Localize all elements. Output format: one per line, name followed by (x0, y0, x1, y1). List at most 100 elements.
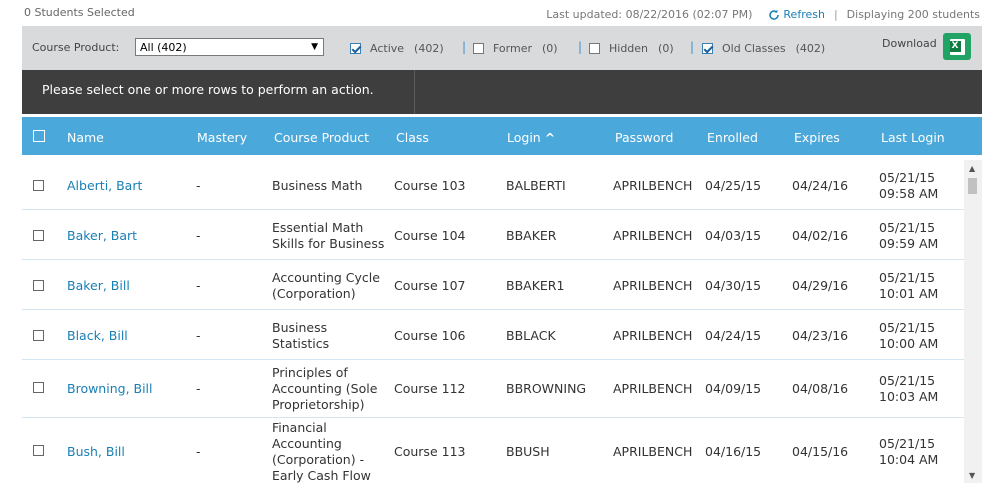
scroll-up-arrow-icon[interactable]: ▲ (969, 164, 975, 173)
expires-value: 04/23/16 (792, 328, 849, 343)
old-classes-checkbox[interactable] (702, 43, 713, 54)
last-login-cell: 05/21/15 10:04 AM (879, 436, 938, 468)
filter-former[interactable]: Former (0) (473, 42, 558, 55)
last-login-cell: 05/21/15 09:59 AM (879, 220, 938, 252)
course-product-value: All (402) (140, 41, 187, 54)
student-name-link[interactable]: Baker, Bart (67, 228, 137, 244)
row-checkbox[interactable] (33, 280, 44, 291)
excel-icon-letter: X (949, 40, 961, 52)
former-checkbox[interactable] (473, 43, 484, 54)
filter-label: Hidden (609, 42, 649, 55)
row-checkbox[interactable] (33, 382, 44, 393)
col-header-mastery[interactable]: Mastery (197, 130, 247, 145)
filter-old-classes[interactable]: Old Classes (402) (702, 42, 825, 55)
col-header-login[interactable]: Login ^ (507, 130, 555, 145)
login-header-label: Login (507, 130, 541, 145)
login-value: BBROWNING (506, 381, 587, 396)
separator: | (833, 8, 838, 21)
table-row: Baker, Bill - Accounting Cycle (Corporat… (22, 260, 964, 310)
filter-count: (0) (542, 42, 558, 55)
expires-value: 04/02/16 (792, 228, 849, 243)
student-name-link[interactable]: Black, Bill (67, 328, 128, 344)
mastery-value: - (196, 278, 201, 293)
scrollbar-thumb[interactable] (968, 178, 977, 194)
course-product-line: (Corporation) (272, 286, 356, 301)
class-value: Course 103 (394, 178, 466, 193)
last-login-time: 09:59 AM (879, 236, 939, 251)
class-value: Course 113 (394, 444, 466, 459)
displaying-count: Displaying 200 students (846, 8, 980, 21)
filter-active[interactable]: Active (402) (350, 42, 444, 55)
password-value: APRILBENCH (613, 228, 693, 243)
table-row: Baker, Bart - Essential Math Skills for … (22, 210, 964, 260)
student-name-link[interactable]: Baker, Bill (67, 278, 130, 294)
last-login-time: 10:01 AM (879, 286, 939, 301)
enrolled-value: 04/16/15 (705, 444, 762, 459)
filter-hidden[interactable]: Hidden (0) (589, 42, 674, 55)
refresh-icon (769, 9, 780, 20)
course-product-line: Accounting Cycle (272, 270, 380, 285)
table-body: Alberti, Bart - Business Math Course 103… (22, 160, 964, 483)
mastery-value: - (196, 228, 201, 243)
col-header-class[interactable]: Class (396, 130, 429, 145)
last-login-time: 10:03 AM (879, 389, 939, 404)
password-value: APRILBENCH (613, 381, 693, 396)
enrolled-value: 04/03/15 (705, 228, 762, 243)
select-all-checkbox[interactable] (33, 130, 45, 142)
enrolled-value: 04/09/15 (705, 381, 762, 396)
expires-value: 04/29/16 (792, 278, 849, 293)
student-name-link[interactable]: Bush, Bill (67, 444, 125, 460)
course-product-line: (Corporation) - (272, 452, 365, 467)
filter-count: (0) (658, 42, 674, 55)
password-value: APRILBENCH (613, 328, 693, 343)
filter-divider: | (578, 40, 583, 54)
course-product-select[interactable]: All (402) ▼ (135, 38, 324, 56)
hidden-checkbox[interactable] (589, 43, 600, 54)
table-row: Browning, Bill - Principles of Accountin… (22, 360, 964, 418)
row-checkbox[interactable] (33, 445, 44, 456)
student-name-link[interactable]: Browning, Bill (67, 381, 153, 397)
filter-label: Former (493, 42, 532, 55)
filter-count: (402) (414, 42, 444, 55)
password-value: APRILBENCH (613, 278, 693, 293)
col-header-last-login[interactable]: Last Login (881, 130, 945, 145)
row-checkbox[interactable] (33, 180, 44, 191)
course-product-line: Essential Math (272, 220, 364, 235)
top-status-bar: 0 Students Selected Last updated: 08/22/… (0, 0, 990, 26)
last-login-cell: 05/21/15 10:00 AM (879, 320, 938, 352)
col-header-name[interactable]: Name (67, 130, 104, 145)
login-value: BALBERTI (506, 178, 566, 193)
last-login-date: 05/21/15 (879, 436, 936, 451)
expires-value: 04/08/16 (792, 381, 849, 396)
class-value: Course 107 (394, 278, 466, 293)
mastery-value: - (196, 381, 201, 396)
vertical-scrollbar[interactable]: ▲ ▼ (964, 160, 982, 483)
excel-icon: X (949, 38, 965, 55)
enrolled-value: 04/25/15 (705, 178, 762, 193)
col-header-expires[interactable]: Expires (794, 130, 840, 145)
last-login-time: 10:04 AM (879, 452, 939, 467)
course-product-line: Business Math (272, 178, 363, 193)
filter-count: (402) (795, 42, 826, 55)
class-value: Course 106 (394, 328, 466, 343)
excel-download-button[interactable]: X (943, 33, 971, 60)
last-login-date: 05/21/15 (879, 220, 936, 235)
active-checkbox[interactable] (350, 43, 361, 54)
table-row: Alberti, Bart - Business Math Course 103… (22, 160, 964, 210)
col-header-course-product[interactable]: Course Product (274, 130, 369, 145)
student-name-link[interactable]: Alberti, Bart (67, 178, 142, 194)
refresh-button[interactable]: Refresh (768, 8, 825, 21)
course-product-line: Statistics (272, 336, 330, 351)
sort-ascending-icon: ^ (544, 130, 556, 145)
row-checkbox[interactable] (33, 230, 44, 241)
col-header-password[interactable]: Password (615, 130, 673, 145)
filter-bar: Course Product: All (402) ▼ Active (402)… (22, 26, 982, 70)
col-header-enrolled[interactable]: Enrolled (707, 130, 758, 145)
class-value: Course 104 (394, 228, 466, 243)
last-updated: Last updated: 08/22/2016 (02:07 PM) (546, 8, 753, 21)
scroll-down-arrow-icon[interactable]: ▼ (969, 471, 975, 480)
action-bar: Please select one or more rows to perfor… (22, 70, 982, 114)
filter-divider: | (690, 40, 695, 54)
password-value: APRILBENCH (613, 444, 693, 459)
row-checkbox[interactable] (33, 330, 44, 341)
